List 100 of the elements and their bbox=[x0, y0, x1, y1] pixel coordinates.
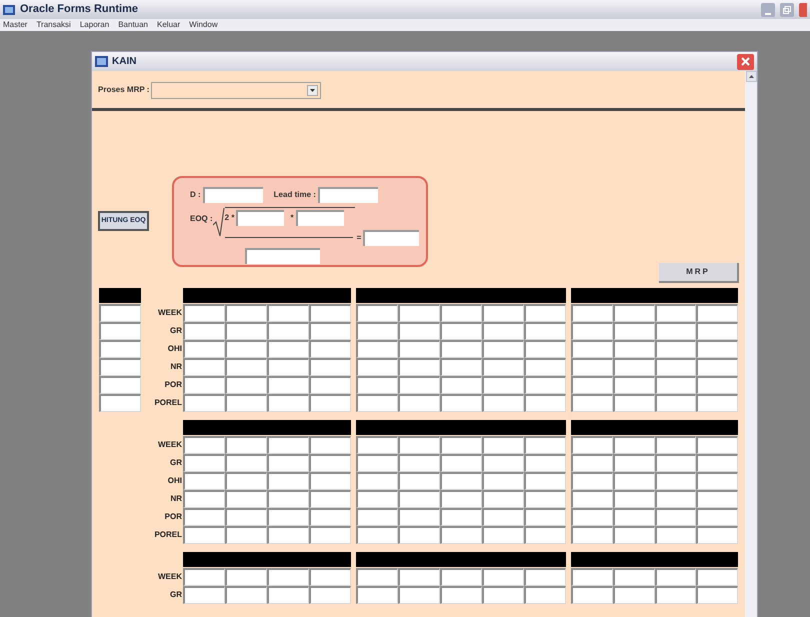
grid-input-cell[interactable] bbox=[612, 454, 654, 472]
grid-input-cell[interactable] bbox=[440, 508, 482, 526]
grid-input-cell[interactable] bbox=[356, 526, 398, 544]
grid-input-cell[interactable] bbox=[99, 376, 141, 394]
grid-input-cell[interactable] bbox=[654, 394, 696, 412]
grid-input-cell[interactable] bbox=[654, 436, 696, 454]
setup-cost-field[interactable] bbox=[236, 210, 284, 226]
grid-input-cell[interactable] bbox=[398, 508, 440, 526]
grid-input-cell[interactable] bbox=[654, 490, 696, 508]
grid-input-cell[interactable] bbox=[696, 340, 738, 358]
grid-input-cell[interactable] bbox=[524, 436, 566, 454]
grid-input-cell[interactable] bbox=[482, 304, 524, 322]
grid-input-cell[interactable] bbox=[524, 322, 566, 340]
grid-input-cell[interactable] bbox=[696, 472, 738, 490]
grid-input-cell[interactable] bbox=[482, 358, 524, 376]
grid-input-cell[interactable] bbox=[398, 472, 440, 490]
grid-input-cell[interactable] bbox=[398, 568, 440, 586]
grid-input-cell[interactable] bbox=[225, 472, 267, 490]
grid-input-cell[interactable] bbox=[440, 436, 482, 454]
grid-input-cell[interactable] bbox=[356, 394, 398, 412]
grid-input-cell[interactable] bbox=[309, 586, 351, 604]
grid-input-cell[interactable] bbox=[183, 568, 225, 586]
grid-input-cell[interactable] bbox=[267, 490, 309, 508]
grid-input-cell[interactable] bbox=[612, 568, 654, 586]
grid-input-cell[interactable] bbox=[571, 454, 613, 472]
grid-input-cell[interactable] bbox=[225, 322, 267, 340]
grid-input-cell[interactable] bbox=[440, 526, 482, 544]
grid-input-cell[interactable] bbox=[99, 394, 141, 412]
grid-input-cell[interactable] bbox=[225, 304, 267, 322]
grid-input-cell[interactable] bbox=[309, 526, 351, 544]
grid-input-cell[interactable] bbox=[267, 340, 309, 358]
grid-input-cell[interactable] bbox=[398, 304, 440, 322]
grid-input-cell[interactable] bbox=[612, 376, 654, 394]
grid-input-cell[interactable] bbox=[571, 490, 613, 508]
grid-input-cell[interactable] bbox=[440, 322, 482, 340]
grid-input-cell[interactable] bbox=[654, 358, 696, 376]
grid-input-cell[interactable] bbox=[398, 322, 440, 340]
grid-input-cell[interactable] bbox=[183, 454, 225, 472]
grid-input-cell[interactable] bbox=[398, 490, 440, 508]
grid-input-cell[interactable] bbox=[398, 526, 440, 544]
grid-input-cell[interactable] bbox=[571, 586, 613, 604]
grid-input-cell[interactable] bbox=[267, 376, 309, 394]
d-field[interactable] bbox=[202, 186, 263, 202]
grid-input-cell[interactable] bbox=[524, 472, 566, 490]
grid-input-cell[interactable] bbox=[356, 436, 398, 454]
grid-input-cell[interactable] bbox=[571, 376, 613, 394]
grid-input-cell[interactable] bbox=[398, 376, 440, 394]
grid-input-cell[interactable] bbox=[183, 322, 225, 340]
grid-input-cell[interactable] bbox=[398, 340, 440, 358]
grid-input-cell[interactable] bbox=[183, 376, 225, 394]
grid-input-cell[interactable] bbox=[696, 394, 738, 412]
grid-input-cell[interactable] bbox=[225, 340, 267, 358]
grid-input-cell[interactable] bbox=[99, 322, 141, 340]
grid-input-cell[interactable] bbox=[267, 472, 309, 490]
grid-input-cell[interactable] bbox=[482, 340, 524, 358]
grid-input-cell[interactable] bbox=[356, 358, 398, 376]
grid-input-cell[interactable] bbox=[356, 454, 398, 472]
grid-input-cell[interactable] bbox=[482, 568, 524, 586]
grid-input-cell[interactable] bbox=[440, 358, 482, 376]
grid-input-cell[interactable] bbox=[524, 304, 566, 322]
grid-input-cell[interactable] bbox=[612, 304, 654, 322]
grid-input-cell[interactable] bbox=[654, 376, 696, 394]
grid-input-cell[interactable] bbox=[612, 526, 654, 544]
grid-input-cell[interactable] bbox=[309, 454, 351, 472]
grid-input-cell[interactable] bbox=[225, 436, 267, 454]
grid-input-cell[interactable] bbox=[225, 394, 267, 412]
grid-input-cell[interactable] bbox=[654, 586, 696, 604]
grid-input-cell[interactable] bbox=[440, 586, 482, 604]
grid-input-cell[interactable] bbox=[440, 490, 482, 508]
grid-input-cell[interactable] bbox=[482, 436, 524, 454]
grid-input-cell[interactable] bbox=[571, 394, 613, 412]
grid-input-cell[interactable] bbox=[612, 586, 654, 604]
grid-input-cell[interactable] bbox=[183, 358, 225, 376]
grid-input-cell[interactable] bbox=[225, 358, 267, 376]
proses-mrp-dropdown[interactable] bbox=[151, 82, 322, 98]
grid-input-cell[interactable] bbox=[482, 508, 524, 526]
grid-input-cell[interactable] bbox=[225, 568, 267, 586]
grid-input-cell[interactable] bbox=[440, 454, 482, 472]
grid-input-cell[interactable] bbox=[398, 436, 440, 454]
grid-input-cell[interactable] bbox=[99, 358, 141, 376]
demand-field[interactable] bbox=[296, 210, 344, 226]
grid-input-cell[interactable] bbox=[356, 508, 398, 526]
grid-input-cell[interactable] bbox=[309, 472, 351, 490]
restore-button[interactable] bbox=[780, 2, 794, 16]
grid-input-cell[interactable] bbox=[482, 472, 524, 490]
grid-input-cell[interactable] bbox=[183, 436, 225, 454]
grid-input-cell[interactable] bbox=[398, 454, 440, 472]
grid-input-cell[interactable] bbox=[482, 526, 524, 544]
grid-input-cell[interactable] bbox=[696, 586, 738, 604]
grid-input-cell[interactable] bbox=[654, 568, 696, 586]
grid-input-cell[interactable] bbox=[524, 508, 566, 526]
grid-input-cell[interactable] bbox=[225, 376, 267, 394]
grid-input-cell[interactable] bbox=[612, 340, 654, 358]
menu-item[interactable]: Master bbox=[3, 21, 28, 29]
grid-input-cell[interactable] bbox=[183, 394, 225, 412]
grid-input-cell[interactable] bbox=[267, 508, 309, 526]
grid-input-cell[interactable] bbox=[524, 394, 566, 412]
grid-input-cell[interactable] bbox=[183, 508, 225, 526]
menu-item[interactable]: Laporan bbox=[80, 21, 110, 29]
grid-input-cell[interactable] bbox=[356, 340, 398, 358]
